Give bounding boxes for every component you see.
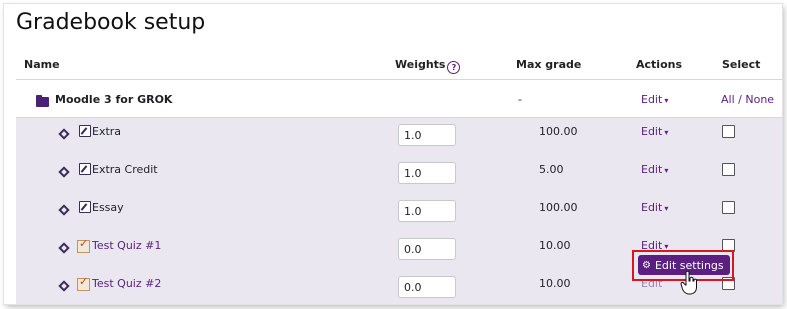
chevron-down-icon: ▾ [664,96,669,105]
item-edit-menu[interactable]: Edit ▾ [641,125,668,138]
select-all-link[interactable]: All [721,93,735,106]
item-max-grade: 10.00 [539,277,571,290]
item-edit-menu[interactable]: Edit ▾ [641,163,668,176]
item-name: Extra [92,125,122,138]
select-separator: / [738,93,742,106]
category-max-grade: - [518,93,522,106]
gear-icon: ⚙ [642,259,651,271]
weight-input[interactable]: 0.0 [398,238,456,260]
select-checkbox[interactable] [722,163,735,176]
help-icon[interactable]: ? [447,61,461,74]
header-max-grade: Max grade [516,58,582,71]
move-icon[interactable] [58,128,70,140]
item-edit-menu[interactable]: Edit ▾ [641,201,668,214]
gradebook-frame: Gradebook setup Name Weights? Max grade … [4,4,782,304]
select-none-link[interactable]: None [745,93,774,106]
category-edit-label: Edit [641,93,663,106]
folder-icon [36,95,49,107]
weight-input[interactable]: 1.0 [398,124,456,146]
item-edit-label: Edit [641,125,663,138]
header-actions: Actions [636,58,682,71]
header-weights: Weights? [395,58,461,74]
indent-bar [16,118,34,304]
chevron-down-icon: ▾ [664,204,669,213]
item-max-grade: 10.00 [539,239,571,252]
weight-input[interactable]: 1.0 [398,162,456,184]
chevron-down-icon: ▾ [664,128,669,137]
category-name: Moodle 3 for GROK [55,93,173,106]
item-name[interactable]: Test Quiz #1 [92,239,161,252]
chevron-down-icon: ▾ [664,166,669,175]
hand-cursor-icon [680,270,697,295]
move-icon[interactable] [58,166,70,178]
item-name: Essay [92,201,124,214]
edit-icon [79,163,91,175]
weight-input[interactable]: 1.0 [398,200,456,222]
move-icon[interactable] [58,242,70,254]
edit-icon [79,125,91,137]
item-max-grade: 100.00 [539,201,578,214]
page-title: Gradebook setup [16,10,206,35]
select-checkbox[interactable] [722,201,735,214]
edit-icon [79,201,91,213]
category-edit-menu[interactable]: Edit ▾ [641,93,668,106]
header-weights-label: Weights [395,58,446,71]
select-checkbox[interactable] [722,125,735,138]
move-icon[interactable] [58,204,70,216]
header-name: Name [24,58,60,71]
table-row: Extra 1.0 100.00 Edit ▾ [34,118,782,156]
item-name[interactable]: Test Quiz #2 [92,277,161,290]
weight-input[interactable]: 0.0 [398,276,456,298]
item-name: Extra Credit [92,163,158,176]
quiz-icon [77,237,90,253]
move-icon[interactable] [58,280,70,292]
quiz-icon [77,275,90,291]
item-max-grade: 100.00 [539,125,578,138]
category-row: Moodle 3 for GROK - Edit ▾ All / None [16,80,782,118]
item-edit-label: Edit [641,201,663,214]
table-row: Extra Credit 1.0 5.00 Edit ▾ [34,156,782,194]
table-row: Essay 1.0 100.00 Edit ▾ [34,194,782,232]
item-edit-label: Edit [641,163,663,176]
header-select: Select [722,58,761,71]
select-all-none: All / None [721,93,774,106]
item-max-grade: 5.00 [539,163,564,176]
